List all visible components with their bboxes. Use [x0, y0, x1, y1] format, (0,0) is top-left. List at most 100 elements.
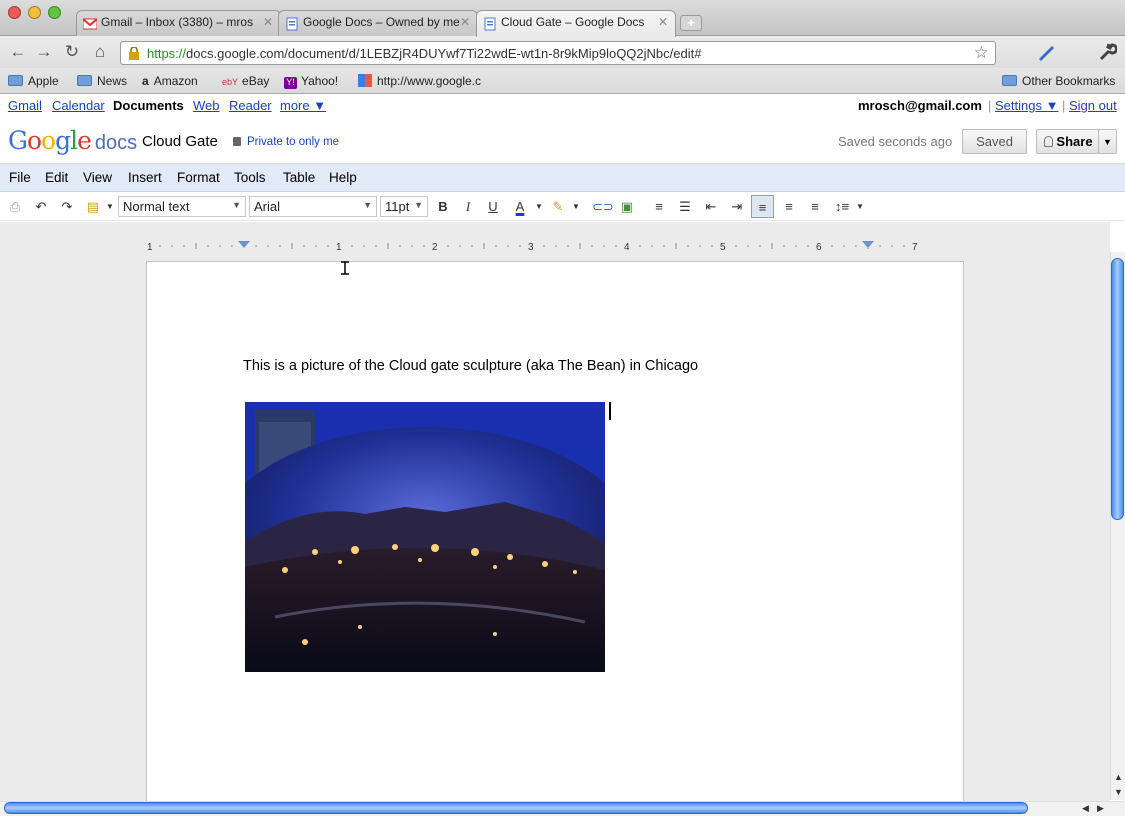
formatting-toolbar: ⎙ ↶ ↷ ▤ ▼ Normal text ▼ Arial ▼ 11pt ▼ B I …	[0, 192, 1125, 221]
pen-icon[interactable]	[1036, 43, 1056, 61]
share-dropdown-button[interactable]: ▼	[1098, 129, 1117, 154]
ruler-label: 6	[816, 242, 822, 252]
scroll-right-icon[interactable]: ▶	[1097, 803, 1104, 814]
browser-tab-strip: Gmail – Inbox (3380) – mros ✕ Google Doc…	[0, 0, 1125, 37]
decrease-indent-icon[interactable]: ⇤	[702, 198, 720, 215]
insert-image-icon[interactable]: ▣	[618, 198, 636, 215]
tab-google-docs-list[interactable]: Google Docs – Owned by me ✕	[278, 10, 478, 36]
align-left-icon[interactable]: ≡	[751, 195, 774, 218]
close-icon[interactable]: ✕	[658, 15, 668, 29]
scroll-up-icon[interactable]: ▲	[1114, 772, 1123, 782]
scroll-left-icon[interactable]: ◀	[1082, 803, 1089, 814]
saved-button[interactable]: Saved	[962, 129, 1027, 154]
bookmark-other[interactable]: Other Bookmarks	[1002, 74, 1115, 88]
gbar-more-menu[interactable]: more ▼	[280, 98, 326, 113]
home-icon[interactable]: ⌂	[90, 42, 110, 62]
new-tab-button[interactable]: +	[680, 15, 702, 31]
bookmark-amazon[interactable]: a Amazon	[142, 74, 198, 88]
vertical-scroll-thumb[interactable]	[1111, 258, 1124, 520]
forward-icon[interactable]: →	[34, 42, 54, 62]
chevron-down-icon[interactable]: ▼	[851, 198, 869, 215]
zoom-window-button[interactable]	[48, 6, 61, 19]
tab-cloud-gate[interactable]: Cloud Gate – Google Docs ✕	[476, 10, 676, 37]
gbar-gmail-link[interactable]: Gmail	[8, 98, 42, 113]
gbar-calendar-link[interactable]: Calendar	[52, 98, 105, 113]
ruler-label: 3	[528, 242, 534, 252]
wrench-icon[interactable]	[1097, 43, 1117, 61]
folder-icon	[77, 75, 92, 86]
address-bar[interactable]: https://docs.google.com/document/d/1LEBZ…	[120, 41, 996, 65]
align-center-icon[interactable]: ≡	[780, 198, 798, 215]
style-select[interactable]: Normal text ▼	[118, 196, 246, 217]
tab-label: Google Docs – Owned by me	[303, 15, 460, 29]
horizontal-scroll-thumb[interactable]	[4, 802, 1028, 814]
close-window-button[interactable]	[8, 6, 21, 19]
chevron-down-icon[interactable]: ▼	[101, 198, 119, 215]
bookmark-apple[interactable]: Apple	[8, 74, 59, 88]
document-title[interactable]: Cloud Gate	[142, 133, 218, 150]
text-color-icon[interactable]: A	[511, 198, 529, 215]
gbar-web-link[interactable]: Web	[193, 98, 220, 113]
numbered-list-icon[interactable]: ≡	[650, 198, 668, 215]
bookmark-google[interactable]: http://www.google.c	[358, 74, 481, 88]
font-size-select[interactable]: 11pt ▼	[380, 196, 428, 217]
close-icon[interactable]: ✕	[263, 15, 273, 29]
ruler-label: 4	[624, 242, 630, 252]
gbar-documents-current: Documents	[113, 98, 184, 113]
bookmarks-bar: Apple News a Amazon ebY eBay Y! Yahoo! http…	[0, 68, 1125, 94]
menu-format[interactable]: Format	[177, 170, 220, 185]
settings-menu[interactable]: Settings ▼	[995, 98, 1058, 113]
undo-icon[interactable]: ↶	[32, 198, 50, 215]
tab-gmail[interactable]: Gmail – Inbox (3380) – mros ✕	[76, 10, 281, 36]
back-icon[interactable]: ←	[8, 42, 28, 62]
bookmark-news[interactable]: News	[77, 74, 127, 88]
privacy-status[interactable]: Private to only me	[233, 136, 339, 148]
document-body-text[interactable]: This is a picture of the Cloud gate scul…	[243, 358, 698, 374]
redo-icon[interactable]: ↷	[58, 198, 76, 215]
chevron-down-icon: ▼	[363, 200, 372, 210]
menu-insert[interactable]: Insert	[128, 170, 162, 185]
menu-tools[interactable]: Tools	[234, 170, 266, 185]
folder-icon	[8, 75, 23, 86]
menu-help[interactable]: Help	[329, 170, 357, 185]
bookmark-star-icon[interactable]: ☆	[974, 43, 989, 63]
bold-icon[interactable]: B	[434, 198, 452, 215]
lock-icon	[129, 47, 139, 60]
menu-edit[interactable]: Edit	[45, 170, 68, 185]
line-spacing-icon[interactable]: ↕≡	[833, 198, 851, 215]
menu-file[interactable]: File	[9, 170, 31, 185]
minimize-window-button[interactable]	[28, 6, 41, 19]
docs-icon	[286, 17, 298, 31]
link-icon[interactable]: ⊂⊃	[592, 198, 614, 215]
ruler[interactable]: 1 1 2 3 4 5 6 7	[146, 240, 964, 252]
chevron-down-icon: ▼	[414, 200, 423, 210]
reload-icon[interactable]: ↻	[62, 42, 82, 62]
ebay-icon: ebY	[222, 77, 239, 87]
increase-indent-icon[interactable]: ⇥	[728, 198, 746, 215]
paint-format-icon[interactable]: ▤	[84, 198, 102, 215]
google-docs-logo[interactable]: Google docs	[8, 126, 137, 155]
share-button[interactable]: Share	[1036, 129, 1099, 154]
menu-view[interactable]: View	[83, 170, 112, 185]
italic-icon[interactable]: I	[459, 198, 477, 215]
scroll-down-icon[interactable]: ▼	[1114, 787, 1123, 797]
font-select[interactable]: Arial ▼	[249, 196, 377, 217]
bookmark-ebay[interactable]: ebY eBay	[222, 74, 269, 88]
ibeam-cursor-icon	[341, 261, 349, 275]
align-right-icon[interactable]: ≡	[806, 198, 824, 215]
tab-label: Gmail – Inbox (3380) – mros	[101, 15, 254, 29]
menu-table[interactable]: Table	[283, 170, 315, 185]
bulleted-list-icon[interactable]: ☰	[676, 198, 694, 215]
underline-icon[interactable]: U	[484, 198, 502, 215]
chevron-down-icon[interactable]: ▼	[530, 198, 548, 215]
highlight-color-icon[interactable]: ✎	[549, 198, 567, 215]
sign-out-link[interactable]: Sign out	[1069, 98, 1117, 113]
gbar-reader-link[interactable]: Reader	[229, 98, 272, 113]
bookmark-yahoo[interactable]: Y! Yahoo!	[284, 74, 338, 89]
close-icon[interactable]: ✕	[460, 15, 470, 29]
print-icon[interactable]: ⎙	[6, 198, 24, 215]
google-icon	[358, 74, 372, 87]
cloud-gate-photo[interactable]	[245, 402, 605, 672]
chevron-down-icon[interactable]: ▼	[567, 198, 585, 215]
url-scheme: https://	[147, 46, 187, 61]
